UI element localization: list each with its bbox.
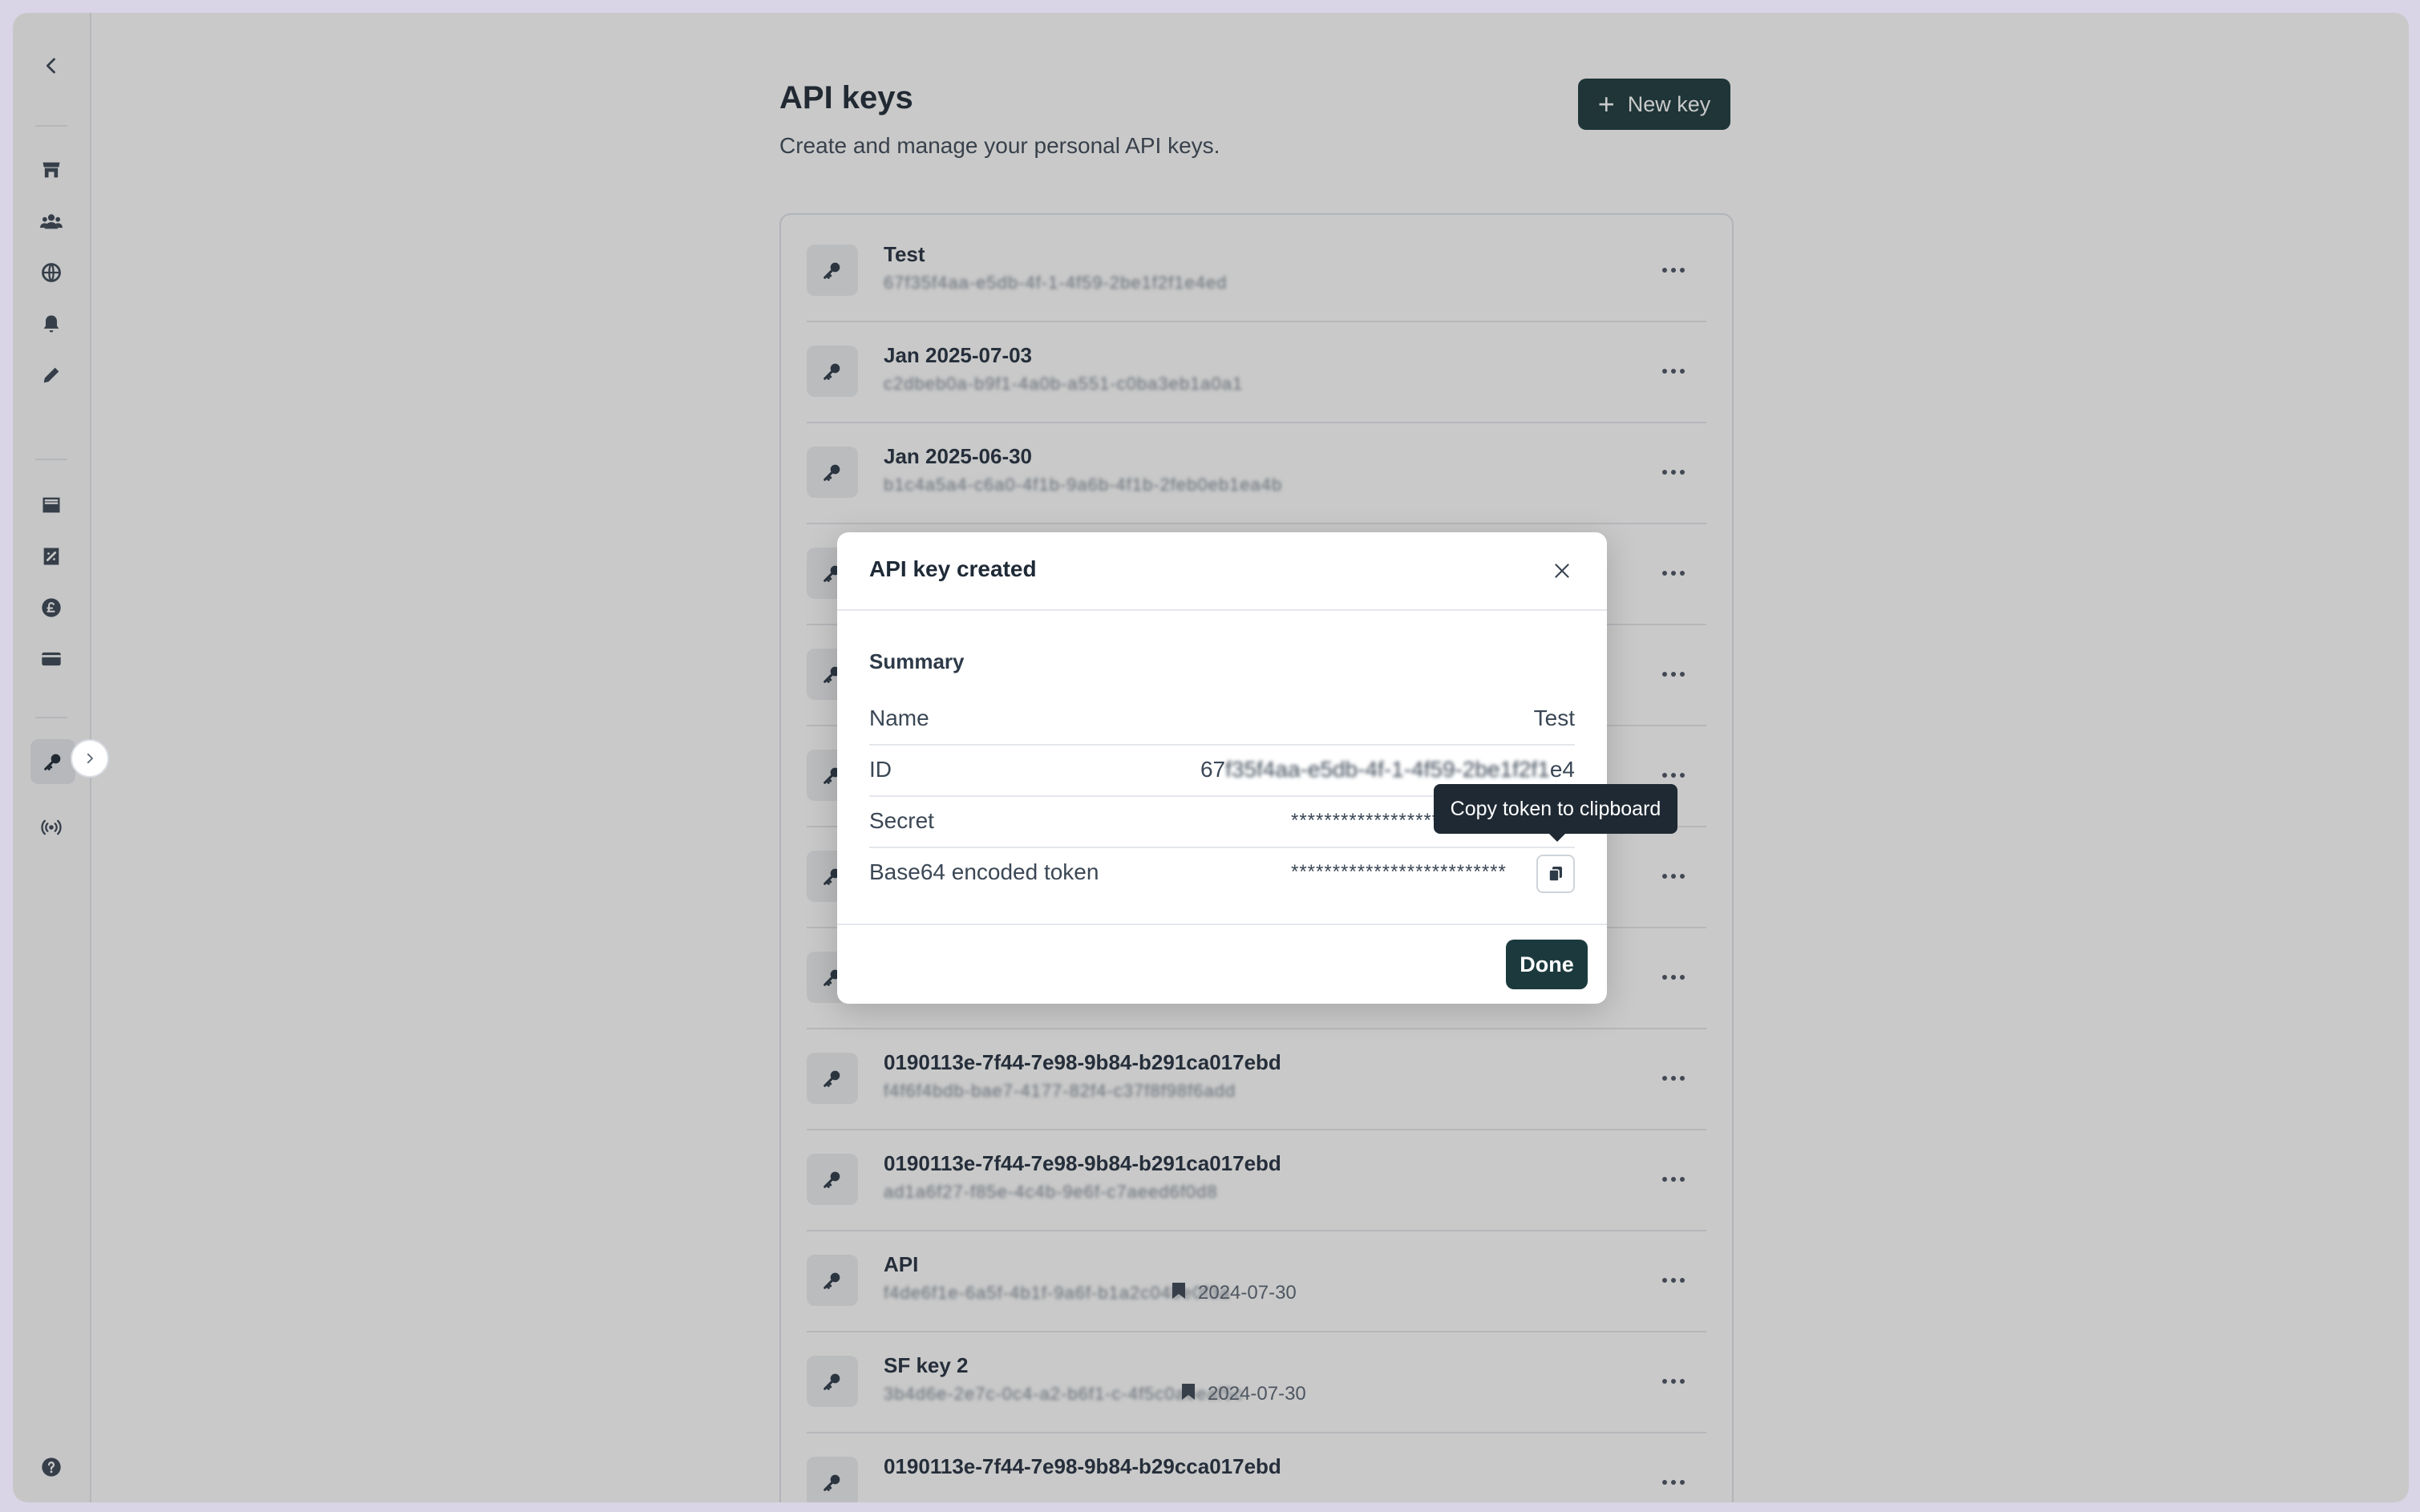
app-window: API keys Create and manage your personal… [13, 13, 2409, 1502]
id-suffix: e4 [1549, 757, 1575, 782]
copy-token-button[interactable] [1536, 855, 1575, 893]
copy-token-tooltip: Copy token to clipboard [1434, 784, 1677, 842]
name-label: Name [869, 705, 929, 730]
id-label: ID [869, 757, 892, 782]
token-label: Base64 encoded token [869, 859, 1099, 884]
close-dialog-button[interactable] [1546, 555, 1578, 587]
name-value: Test [1533, 705, 1575, 730]
summary-row-name: Name Test [869, 693, 1575, 746]
token-value: ************************** [1291, 861, 1507, 883]
dialog-title: API key created [869, 556, 1037, 581]
copy-icon [1548, 867, 1562, 882]
id-prefix: 67 [1200, 757, 1226, 782]
expand-sidebar-button[interactable] [71, 739, 109, 778]
summary-heading: Summary [869, 649, 965, 673]
chevron-right-icon [87, 753, 93, 764]
summary-row-token: Base64 encoded token *******************… [869, 847, 1575, 898]
dialog-footer-divider [837, 924, 1607, 925]
dialog-divider [837, 609, 1607, 611]
id-blurred: f35f4aa-e5db-4f-1-4f59-2be1f2f1 [1225, 757, 1550, 782]
close-icon [1555, 564, 1569, 578]
api-key-created-dialog: API key created Summary Name Test ID 67f… [837, 532, 1607, 1004]
done-button[interactable]: Done [1506, 940, 1588, 989]
id-value[interactable]: 67f35f4aa-e5db-4f-1-4f59-2be1f2f1e4 [1200, 757, 1575, 782]
secret-label: Secret [869, 808, 934, 833]
